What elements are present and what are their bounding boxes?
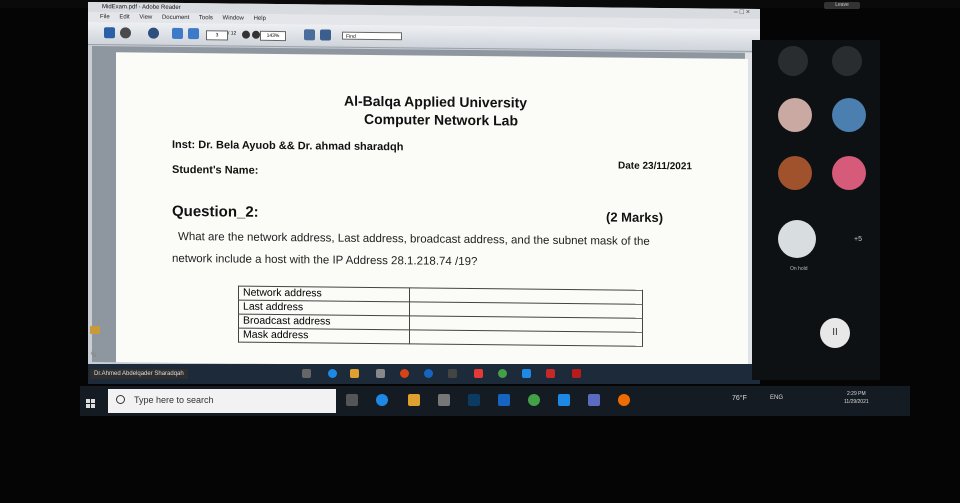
chrome-icon[interactable] xyxy=(498,369,507,378)
participant-avatar[interactable] xyxy=(778,98,812,132)
taskbar: Type here to search 76°F ENG 2:29 PM 11/… xyxy=(80,386,910,416)
menu-document[interactable]: Document xyxy=(162,15,189,21)
system-tray[interactable]: ENG xyxy=(770,395,783,401)
answer-table: Network address Last address Broadcast a… xyxy=(238,286,643,347)
pause-button[interactable]: II xyxy=(820,318,850,348)
chrome-icon[interactable] xyxy=(528,394,540,406)
remote-taskbar: Dr.Ahmed Abdelqader Sharadqah xyxy=(88,364,760,384)
clock-date: 11/29/2021 xyxy=(844,399,869,405)
print-icon[interactable] xyxy=(104,27,115,39)
globe-icon[interactable] xyxy=(148,27,159,39)
meeting-participants-panel xyxy=(752,40,880,380)
store-icon[interactable] xyxy=(376,369,385,378)
table-cell-label: Mask address xyxy=(238,328,410,344)
search-placeholder: Type here to search xyxy=(134,395,214,405)
question-marks: (2 Marks) xyxy=(606,209,664,226)
window-controls[interactable]: – □ × xyxy=(734,9,750,16)
student-name-label: Student's Name: xyxy=(172,163,259,177)
pdf-icon[interactable] xyxy=(546,369,555,378)
windows-start-icon[interactable] xyxy=(86,396,96,408)
page-number-field[interactable]: 3 xyxy=(206,30,228,41)
more-participants-count[interactable]: +5 xyxy=(854,236,862,243)
page-total: / 12 xyxy=(228,30,237,37)
acrobat-icon[interactable] xyxy=(572,369,581,378)
opera-icon[interactable] xyxy=(400,369,409,378)
next-page-icon[interactable] xyxy=(188,28,199,40)
browser-icon[interactable] xyxy=(618,394,630,406)
task-view-icon[interactable] xyxy=(302,369,311,378)
university-title: Al-Balqa Applied University xyxy=(344,92,528,111)
help-icon[interactable] xyxy=(424,369,433,378)
prev-page-icon[interactable] xyxy=(172,27,183,39)
clock[interactable]: 2:29 PM 11/29/2021 xyxy=(844,390,869,406)
zoom-out-icon[interactable] xyxy=(242,30,250,39)
fit-width-icon[interactable] xyxy=(320,29,331,41)
table-cell-label: Broadcast address xyxy=(238,314,410,330)
participant-avatar[interactable] xyxy=(832,156,866,190)
hand-raise-icon[interactable] xyxy=(90,326,100,334)
participant-avatar[interactable] xyxy=(778,46,808,76)
participant-avatar[interactable] xyxy=(832,46,862,76)
app-icon[interactable] xyxy=(498,394,510,406)
taskbar-search-input[interactable]: Type here to search xyxy=(108,389,336,413)
edge-icon[interactable] xyxy=(328,369,337,378)
fit-page-icon[interactable] xyxy=(304,29,315,41)
table-row: Mask address xyxy=(238,328,643,347)
weather-widget[interactable]: 76°F xyxy=(732,395,747,402)
table-cell-label: Last address xyxy=(238,300,410,316)
table-cell-value xyxy=(409,329,643,347)
menu-tools[interactable]: Tools xyxy=(199,15,213,21)
pdf-page: Al-Balqa Applied University Computer Net… xyxy=(116,52,748,369)
media-icon[interactable] xyxy=(448,369,457,378)
file-explorer-icon[interactable] xyxy=(408,394,420,406)
leave-button[interactable]: Leave xyxy=(824,2,860,9)
on-hold-label: On hold xyxy=(790,266,808,272)
menu-view[interactable]: View xyxy=(139,15,152,21)
question-title: Question_2: xyxy=(172,202,259,221)
calendar-icon[interactable] xyxy=(438,394,450,406)
table-cell-label: Network address xyxy=(238,286,410,302)
menu-help[interactable]: Help xyxy=(254,16,266,22)
lab-title: Computer Network Lab xyxy=(364,110,519,129)
edge-icon[interactable] xyxy=(376,394,388,406)
participant-avatar[interactable] xyxy=(778,156,812,190)
question-text-line-2: network include a host with the IP Addre… xyxy=(172,252,478,269)
window-title: MidExam.pdf - Adobe Reader xyxy=(102,4,181,11)
zoom-field[interactable]: 143% xyxy=(260,30,286,42)
participant-avatar[interactable] xyxy=(832,98,866,132)
adobe-reader-window: MidExam.pdf - Adobe Reader – □ × File Ed… xyxy=(88,2,760,372)
question-text-line-1: What are the network address, Last addre… xyxy=(178,230,650,248)
file-explorer-icon[interactable] xyxy=(350,369,359,378)
photoshop-icon[interactable] xyxy=(468,394,480,406)
menu-edit[interactable]: Edit xyxy=(119,14,129,20)
mail-icon[interactable] xyxy=(522,369,531,378)
presenter-name: Dr.Ahmed Abdelqader Sharadqah xyxy=(90,369,188,379)
instructors-line: Inst: Dr. Bela Ayuob && Dr. ahmad sharad… xyxy=(172,138,404,154)
settings-icon[interactable] xyxy=(120,27,131,39)
participant-avatar[interactable] xyxy=(778,220,816,258)
exam-date: Date 23/11/2021 xyxy=(618,160,692,173)
teams-icon[interactable] xyxy=(588,394,600,406)
task-view-icon[interactable] xyxy=(346,394,358,406)
mail-icon[interactable] xyxy=(558,394,570,406)
clock-time: 2:29 PM xyxy=(847,391,866,397)
find-input[interactable]: Find xyxy=(342,31,402,41)
search-icon xyxy=(116,395,125,404)
menu-window[interactable]: Window xyxy=(223,15,244,21)
attachment-icon[interactable]: ✎ xyxy=(90,350,98,360)
download-icon[interactable] xyxy=(474,369,483,378)
menu-file[interactable]: File xyxy=(100,14,110,20)
zoom-in-icon[interactable] xyxy=(252,30,260,39)
